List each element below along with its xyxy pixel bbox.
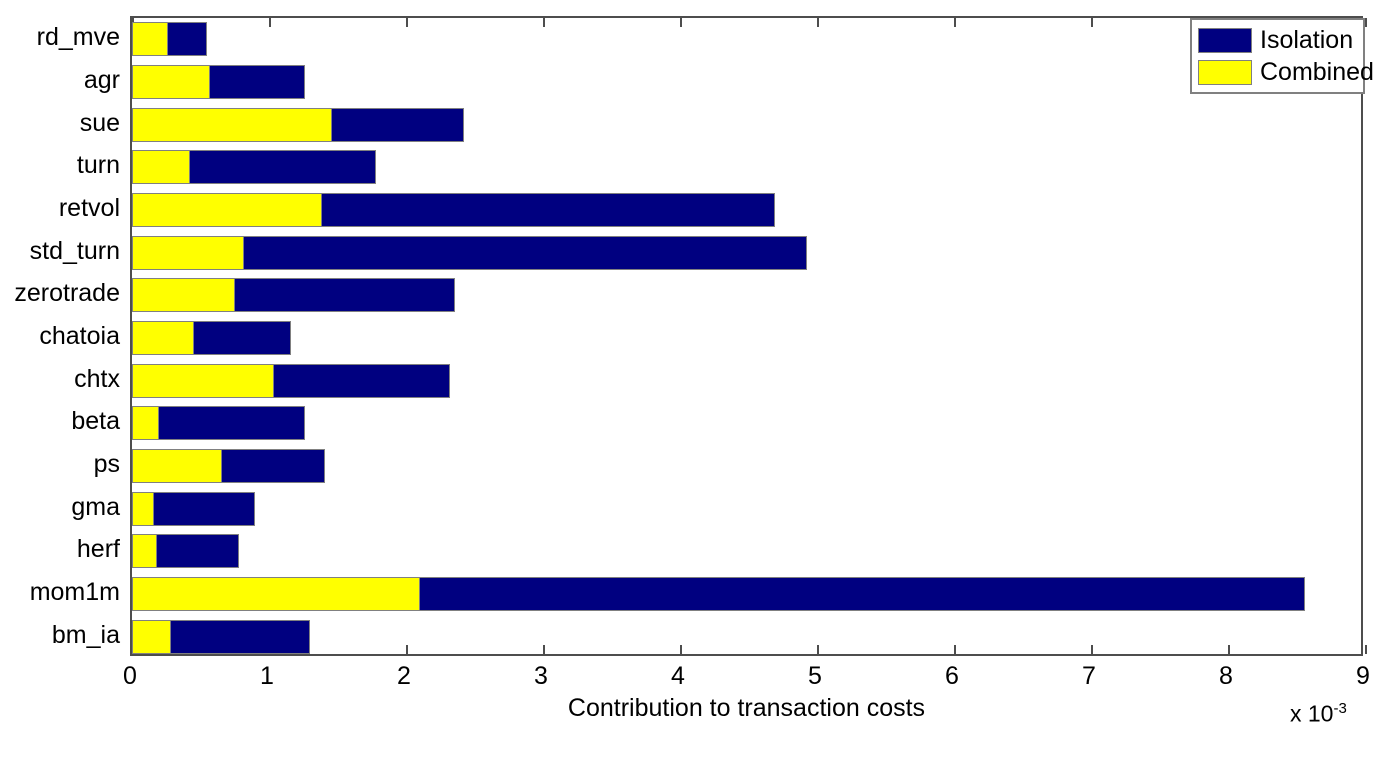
x-axis-tick (1365, 18, 1367, 27)
x-axis-tick-label: 2 (397, 662, 411, 690)
bar-segment-combined (132, 491, 154, 526)
x-axis-tick (1228, 645, 1230, 654)
y-axis-tick-label: bm_ia (51, 620, 120, 649)
x-axis-tick-label: 9 (1356, 662, 1370, 690)
legend-label-isolation: Isolation (1260, 25, 1354, 54)
x-axis-tick-label: 1 (260, 662, 274, 690)
x-axis-tick (1091, 18, 1093, 27)
x-axis-tick (954, 18, 956, 27)
y-axis-tick-label: chatoia (39, 322, 120, 350)
y-axis-tick-label: ps (93, 450, 120, 478)
legend[interactable]: Isolation Combined (1190, 18, 1374, 94)
legend-swatch-combined (1198, 59, 1252, 85)
x-axis-tick (680, 18, 682, 27)
x-axis-exponent: x 10-3 (1290, 700, 1347, 728)
y-axis-tick-label: chtx (74, 364, 120, 393)
x-axis-exponent-power: -3 (1333, 700, 1347, 717)
y-axis-tick-label: zerotrade (14, 279, 120, 308)
x-axis-exponent-base: x 10 (1290, 700, 1334, 727)
x-axis-tick-label: 3 (534, 662, 548, 690)
legend-item-combined[interactable]: Combined (1198, 56, 1374, 88)
legend-item-isolation[interactable]: Isolation (1198, 24, 1357, 56)
y-axis-tick-label: gma (71, 492, 120, 521)
x-axis-tick-label: 5 (808, 662, 822, 690)
bar-segment-combined (132, 619, 172, 654)
x-axis-tick (543, 18, 545, 27)
x-axis-tick-label: 0 (123, 662, 137, 690)
chart-root: rd_mveagr sue turn retvol std_turn zerotrade c… (0, 0, 1381, 759)
y-axis-tick-label: rd_mve (36, 23, 120, 52)
x-axis-tick-label: 8 (1219, 662, 1233, 690)
y-axis-tick-label: std_turn (29, 236, 120, 265)
x-axis-tick (1091, 645, 1093, 654)
bars-layer (132, 18, 1361, 654)
bar-segment-combined (132, 150, 190, 185)
bar-segment-combined (132, 449, 223, 483)
legend-swatch-isolation (1198, 27, 1252, 53)
y-axis-tick-label: herf (76, 535, 120, 564)
x-axis-tick (1365, 645, 1367, 654)
y-axis-tick-label: agr (83, 66, 120, 94)
y-axis-tick-label: mom1m (29, 578, 120, 606)
x-axis-tick-label: 7 (1082, 662, 1096, 690)
bar-segment-combined (132, 65, 211, 99)
y-axis-tick-label: retvol (58, 194, 120, 222)
x-axis-tick (817, 645, 819, 654)
x-axis-tick (406, 18, 408, 27)
bar-segment-combined (132, 235, 245, 270)
y-axis-tick-label: sue (79, 108, 120, 137)
x-axis-tick (817, 18, 819, 27)
x-axis-tick (954, 645, 956, 654)
x-axis-title: Contribution to transaction costs (567, 694, 926, 722)
y-axis-tick-label: beta (71, 407, 120, 436)
y-axis-tick-label: turn (76, 151, 120, 180)
bar-segment-combined (132, 278, 235, 313)
x-axis-tick (406, 645, 408, 654)
bar-segment-combined (132, 534, 157, 569)
x-axis-tick-label: 4 (671, 662, 685, 690)
bar-segment-combined (132, 107, 333, 142)
bar-segment-combined (132, 321, 194, 355)
legend-label-combined: Combined (1260, 57, 1374, 86)
bar-segment-combined (132, 577, 420, 611)
bar-segment-combined (132, 22, 168, 57)
bar-segment-combined (132, 193, 323, 227)
plot-area (130, 16, 1367, 656)
x-axis-tick (269, 18, 271, 27)
x-axis-tick (543, 645, 545, 654)
bar-segment-combined (132, 406, 160, 441)
x-axis-tick-label: 6 (945, 662, 959, 690)
x-axis-tick (680, 645, 682, 654)
bar-segment-combined (132, 363, 275, 398)
